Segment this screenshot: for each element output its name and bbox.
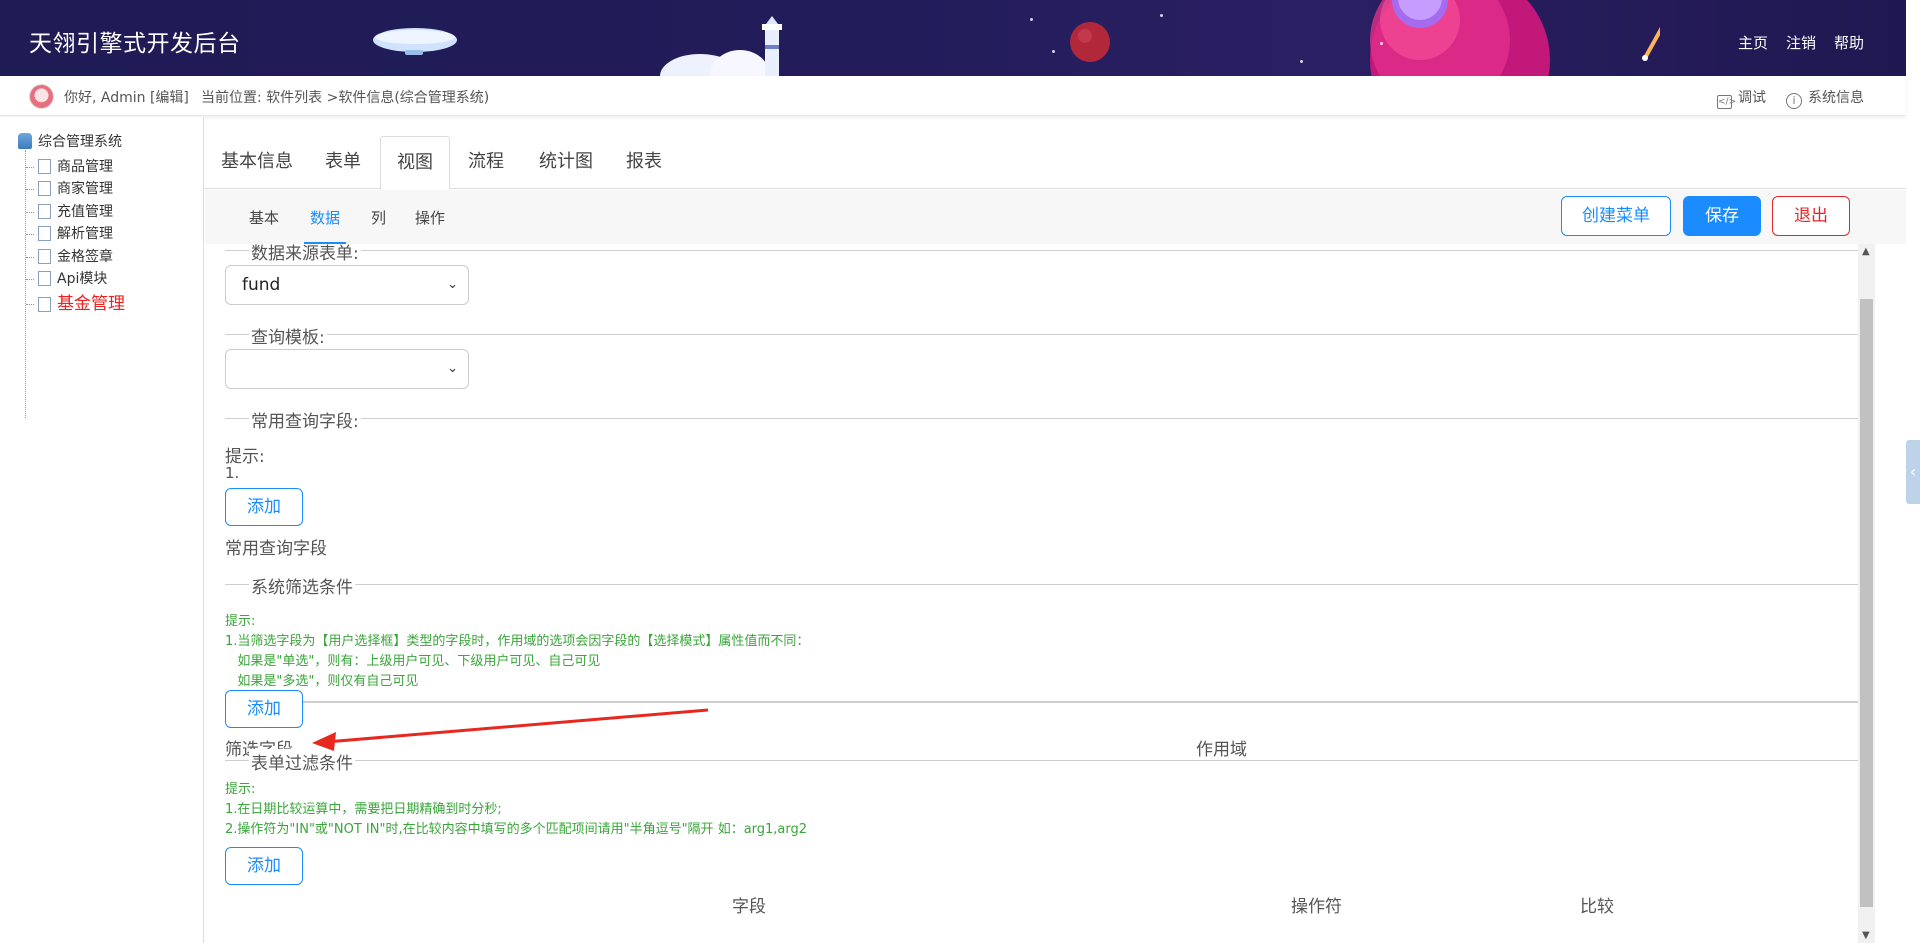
banner-illustration [373,0,1660,76]
section-divider [225,584,1859,585]
system-filter-legend: 系统筛选条件 [249,573,355,598]
tree-item-label: 解析管理 [57,226,113,242]
add-form-filter-button[interactable]: 添加 [225,847,303,885]
nav-home-link[interactable]: 主页 [1738,32,1768,53]
user-tools: </> 调试 i 系统信息 [1717,87,1864,109]
tab-report[interactable]: 报表 [610,136,678,189]
datasource-value: fund [242,275,281,295]
avatar [29,84,54,109]
create-menu-button[interactable]: 创建菜单 [1561,196,1671,236]
code-icon: </> [1717,95,1737,109]
data-settings-content: 数据来源表单: fund ⌄ 查询模板: ⌄ 常用查询字段: 提示: 1. 添加… [205,244,1906,943]
field-column-header: 字段 [732,897,766,917]
tree-item-recharge[interactable]: 充值管理 [26,201,113,221]
section-divider [225,418,1859,419]
add-system-filter-button[interactable]: 添加 [225,690,303,728]
document-icon [38,204,51,219]
tree-item-label: 商品管理 [57,159,113,175]
tree-item-signature[interactable]: 金格签章 [26,246,113,266]
database-icon [18,133,32,149]
form-filter-hint: 提示: 1.在日期比较运算中，需要把日期精确到时分秒; 2.操作符为"IN"或"… [225,782,808,837]
app-title: 天翎引擎式开发后台 [29,31,241,57]
save-button[interactable]: 保存 [1683,196,1761,236]
datasource-select[interactable]: fund ⌄ [225,265,469,305]
tree-item-label: 充值管理 [57,204,113,220]
subtab-basic[interactable]: 基本 [249,207,279,228]
debug-label: 调试 [1738,90,1766,106]
query-template-select[interactable]: ⌄ [225,349,469,389]
breadcrumb: 当前位置: 软件列表 >软件信息(综合管理系统) [201,90,490,106]
chevron-down-icon: ⌄ [447,277,458,292]
nav-logout-link[interactable]: 注销 [1786,32,1816,53]
tab-form[interactable]: 表单 [309,136,377,189]
tree-item-merchant[interactable]: 商家管理 [26,178,113,198]
common-hint-1: 1. [225,464,240,482]
tree-item-label: 金格签章 [57,249,113,265]
scroll-down-icon[interactable]: ▼ [1862,930,1870,941]
tree-item-parse[interactable]: 解析管理 [26,223,113,243]
tab-flow[interactable]: 流程 [452,136,520,189]
nav-help-link[interactable]: 帮助 [1834,32,1864,53]
top-nav: 主页 注销 帮助 [1738,32,1864,53]
tab-chart[interactable]: 统计图 [523,136,609,189]
datasource-legend: 数据来源表单: [249,244,361,264]
scope-header: 作用域 [1196,740,1247,760]
content-scrollbar[interactable]: ▲ ▼ [1858,244,1875,943]
header-banner: 天翎引擎式开发后台 主页 注销 帮助 [0,0,1906,76]
user-bar: 你好, Admin [编辑] 当前位置: 软件列表 >软件信息(综合管理系统) … [0,76,1906,116]
query-template-legend: 查询模板: [249,323,327,348]
document-icon [38,159,51,174]
document-icon [38,297,51,312]
tree-root-label: 综合管理系统 [38,134,122,150]
tree-item-api[interactable]: Api模块 [26,268,107,288]
subtab-data[interactable]: 数据 [303,207,347,244]
document-icon [38,271,51,286]
scroll-up-icon[interactable]: ▲ [1862,246,1870,257]
tab-basic-info[interactable]: 基本信息 [205,136,309,189]
user-greeting[interactable]: 你好, Admin [编辑] [64,87,189,107]
chevron-down-icon: ⌄ [447,361,458,376]
section-divider [225,702,1859,703]
subtab-columns[interactable]: 列 [371,207,386,228]
tree-item-goods[interactable]: 商品管理 [26,156,113,176]
compare-column-header: 比较 [1580,897,1614,917]
document-icon [38,181,51,196]
tree-item-label: Api模块 [57,271,108,287]
debug-button[interactable]: </> 调试 [1717,87,1766,109]
tree-item-fund[interactable]: 基金管理 [26,289,125,314]
section-divider [225,760,1859,761]
exit-button[interactable]: 退出 [1772,196,1850,236]
scrollbar-thumb[interactable] [1860,299,1873,907]
section-divider [225,334,1859,335]
module-tree: 综合管理系统 商品管理 商家管理 充值管理 解析管理 金格签章 Api模块 基金… [0,117,204,943]
system-filter-hint: 提示: 1.当筛选字段为【用户选择框】类型的字段时，作用域的选项会因字段的【选择… [225,614,810,689]
common-query-field-header: 常用查询字段 [225,539,327,559]
main-panel: 基本信息 表单 视图 流程 统计图 报表 基本 数据 列 操作 创建菜单 保存 … [205,117,1906,943]
main-tabs: 基本信息 表单 视图 流程 统计图 报表 [205,136,1906,190]
operator-column-header: 操作符 [1291,897,1342,917]
tree-item-label: 商家管理 [57,181,113,197]
document-icon [38,249,51,264]
collapse-handle-icon[interactable]: ‹ [1906,440,1920,504]
document-icon [38,226,51,241]
section-divider [225,250,1859,251]
tree-root[interactable]: 综合管理系统 [18,131,122,151]
system-info-label: 系统信息 [1808,90,1864,106]
tab-view[interactable]: 视图 [380,136,450,190]
common-query-legend: 常用查询字段: [249,407,361,432]
system-info-button[interactable]: i 系统信息 [1786,87,1864,109]
add-common-query-button[interactable]: 添加 [225,488,303,526]
subtab-operations[interactable]: 操作 [415,207,445,228]
info-icon: i [1786,93,1802,109]
tree-item-label: 基金管理 [57,294,125,314]
form-filter-legend: 表单过滤条件 [249,749,355,774]
